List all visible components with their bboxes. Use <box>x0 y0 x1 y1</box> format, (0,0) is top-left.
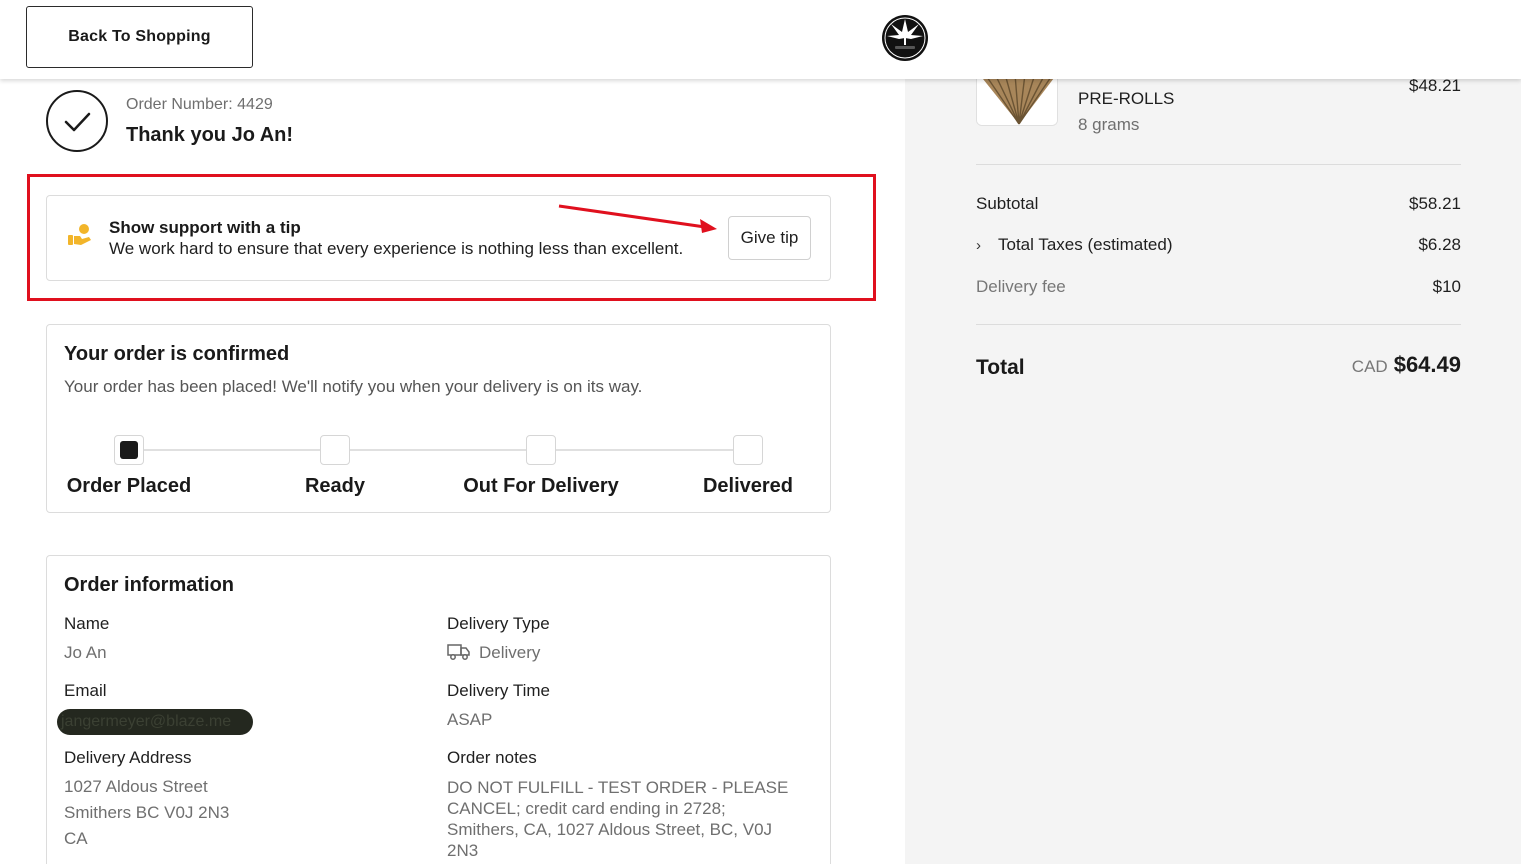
delivery-type-label: Delivery Type <box>447 614 550 633</box>
step-ready-marker <box>320 435 350 465</box>
truck-icon <box>447 643 471 661</box>
step-out-for-delivery-label: Out For Delivery <box>463 475 619 497</box>
step-delivered-marker <box>733 435 763 465</box>
total-amount: $64.49 <box>1393 352 1461 377</box>
hand-coin-icon <box>67 223 93 247</box>
step-out-for-delivery-marker <box>526 435 556 465</box>
subtotal-value: $58.21 <box>1409 194 1461 213</box>
delivery-fee-label: Delivery fee <box>976 277 1066 296</box>
page-header: Back To Shopping <box>0 0 1521 79</box>
check-circle-icon <box>46 90 108 152</box>
step-delivered-label: Delivered <box>702 475 794 497</box>
taxes-label[interactable]: Total Taxes (estimated) <box>998 235 1172 254</box>
step-ready-label: Ready <box>304 475 366 497</box>
total-label: Total <box>976 356 1025 379</box>
step-order-placed-marker <box>114 435 144 465</box>
address-line-3: CA <box>64 829 88 848</box>
confirmed-title: Your order is confirmed <box>64 343 290 365</box>
order-notes-label: Order notes <box>447 748 537 767</box>
annotation-arrow-icon <box>558 204 717 233</box>
order-notes-line-2: CANCEL; credit card ending in 2728; <box>447 799 726 818</box>
product-price: $48.21 <box>1409 76 1461 95</box>
delivery-fee-value: $10 <box>1432 277 1461 296</box>
step-order-placed-label: Order Placed <box>66 475 192 497</box>
product-weight: 8 grams <box>1078 115 1140 134</box>
order-summary-pane: PRE-ROLLS 8 grams $48.21 Subtotal $58.21… <box>905 0 1521 864</box>
email-value-redacted: jangermeyer@blaze.me <box>57 709 253 735</box>
product-thumbnail <box>976 74 1058 126</box>
order-information-card: Order information Name Jo An Email jange… <box>46 555 831 864</box>
product-category: PRE-ROLLS <box>1078 89 1175 108</box>
delivery-type-value: Delivery <box>479 643 541 662</box>
back-to-shopping-button[interactable]: Back To Shopping <box>26 6 253 68</box>
name-label: Name <box>64 614 110 633</box>
progress-track <box>129 449 749 451</box>
address-line-2: Smithers BC V0J 2N3 <box>64 803 230 822</box>
order-confirmed-card: Your order is confirmed Your order has b… <box>46 324 831 513</box>
order-number: Order Number: 4429 <box>126 96 273 113</box>
taxes-value: $6.28 <box>1418 235 1461 254</box>
delivery-address-label: Delivery Address <box>64 748 192 767</box>
total-currency: CAD <box>1351 357 1388 376</box>
delivery-type-value-row: Delivery <box>447 640 540 666</box>
chevron-right-icon[interactable]: › <box>976 237 992 254</box>
tip-title: Show support with a tip <box>109 218 301 237</box>
total-value-group: CAD $64.49 <box>1352 352 1461 378</box>
order-notes-line-1: DO NOT FULFILL - TEST ORDER - PLEASE <box>447 778 789 797</box>
order-notes-line-3: Smithers, CA, 1027 Aldous Street, BC, V0… <box>447 820 773 839</box>
subtotal-label: Subtotal <box>976 194 1039 213</box>
thank-you-heading: Thank you Jo An! <box>126 124 294 146</box>
delivery-time-value: ASAP <box>447 710 493 729</box>
name-value: Jo An <box>64 643 107 662</box>
give-tip-button[interactable]: Give tip <box>728 216 811 260</box>
cannabis-leaf-logo-icon[interactable] <box>881 14 929 62</box>
order-confirmation-page: PRE-ROLLS 8 grams $48.21 Subtotal $58.21… <box>0 0 1521 864</box>
order-notes-line-4: 2N3 <box>447 841 479 860</box>
summary-divider <box>976 324 1461 325</box>
tip-description: We work hard to ensure that every experi… <box>109 239 684 258</box>
delivery-time-label: Delivery Time <box>447 681 550 700</box>
order-information-title: Order information <box>64 574 235 596</box>
address-line-1: 1027 Aldous Street <box>64 777 208 796</box>
summary-divider <box>976 164 1461 165</box>
email-label: Email <box>64 681 107 700</box>
confirmed-description: Your order has been placed! We'll notify… <box>64 377 643 396</box>
